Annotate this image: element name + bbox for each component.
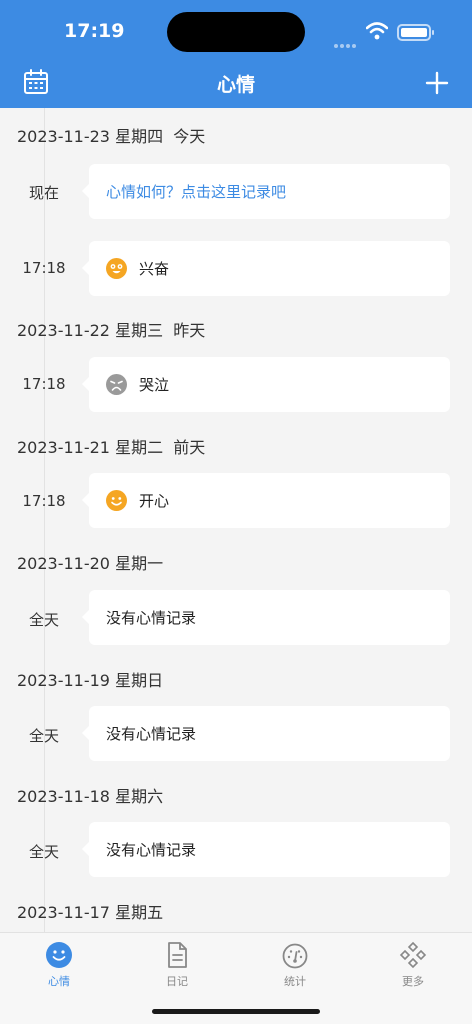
wifi-icon xyxy=(366,22,388,40)
date-header: 2023-11-18 星期六 xyxy=(17,787,164,806)
mood-entry-card[interactable]: 兴奋 xyxy=(82,241,450,296)
tab-more[interactable]: 更多 xyxy=(354,941,472,989)
smile-icon xyxy=(46,942,72,968)
time-label: 17:18 xyxy=(22,259,66,277)
battery-icon xyxy=(397,24,434,41)
mood-label: 哭泣 xyxy=(139,376,170,394)
tab-stats[interactable]: 统计 xyxy=(236,941,354,989)
record-mood-prompt-card[interactable]: 心情如何？点击这里记录吧 xyxy=(82,164,450,219)
excited-face-icon xyxy=(106,258,127,279)
tab-mood[interactable]: 心情 xyxy=(0,941,118,989)
gauge-icon xyxy=(282,943,308,969)
status-bar: 17:19 xyxy=(0,0,472,58)
timeline-line xyxy=(44,108,45,932)
dynamic-island xyxy=(167,12,305,52)
date-header: 2023-11-21 星期二 前天 xyxy=(17,438,206,457)
time-label: 17:18 xyxy=(22,375,66,393)
tab-label: 统计 xyxy=(284,975,306,988)
cellular-signal-icon xyxy=(334,33,358,52)
no-record-text: 没有心情记录 xyxy=(106,609,197,627)
date-header: 2023-11-23 星期四 今天 xyxy=(17,127,206,146)
date-header: 2023-11-22 星期三 昨天 xyxy=(17,321,206,340)
mood-timeline[interactable]: 2023-11-23 星期四 今天 现在 心情如何？点击这里记录吧 17:18 … xyxy=(0,108,472,932)
record-mood-prompt[interactable]: 心情如何？点击这里记录吧 xyxy=(106,181,286,202)
tab-label: 日记 xyxy=(166,975,188,988)
home-indicator xyxy=(152,1009,320,1014)
empty-mood-card[interactable]: 没有心情记录 xyxy=(82,706,450,761)
time-label: 全天 xyxy=(28,611,59,629)
mood-entry-card[interactable]: 哭泣 xyxy=(82,357,450,412)
empty-mood-card[interactable]: 没有心情记录 xyxy=(82,590,450,645)
tab-label: 心情 xyxy=(48,975,70,988)
status-time: 17:19 xyxy=(64,20,125,42)
happy-face-icon xyxy=(106,490,127,511)
mood-entry-card[interactable]: 开心 xyxy=(82,473,450,528)
time-label: 17:18 xyxy=(22,492,66,510)
time-label: 现在 xyxy=(28,184,59,202)
time-label: 全天 xyxy=(28,843,59,861)
no-record-text: 没有心情记录 xyxy=(106,841,197,859)
mood-label: 开心 xyxy=(139,492,170,510)
document-icon xyxy=(168,942,187,968)
plus-icon[interactable] xyxy=(424,70,450,96)
no-record-text: 没有心情记录 xyxy=(106,725,197,743)
date-header: 2023-11-20 星期一 xyxy=(17,554,164,573)
empty-mood-card[interactable]: 没有心情记录 xyxy=(82,822,450,877)
time-label: 全天 xyxy=(28,727,59,745)
page-title: 心情 xyxy=(216,74,255,96)
date-header: 2023-11-17 星期五 xyxy=(17,903,164,922)
nav-bar: 心情 xyxy=(0,58,472,108)
mood-label: 兴奋 xyxy=(139,260,170,278)
tab-label: 更多 xyxy=(402,975,424,988)
diamond-grid-icon xyxy=(399,941,427,969)
date-header: 2023-11-19 星期日 xyxy=(17,671,164,690)
crying-face-icon xyxy=(106,374,127,395)
tab-diary[interactable]: 日记 xyxy=(118,941,236,989)
